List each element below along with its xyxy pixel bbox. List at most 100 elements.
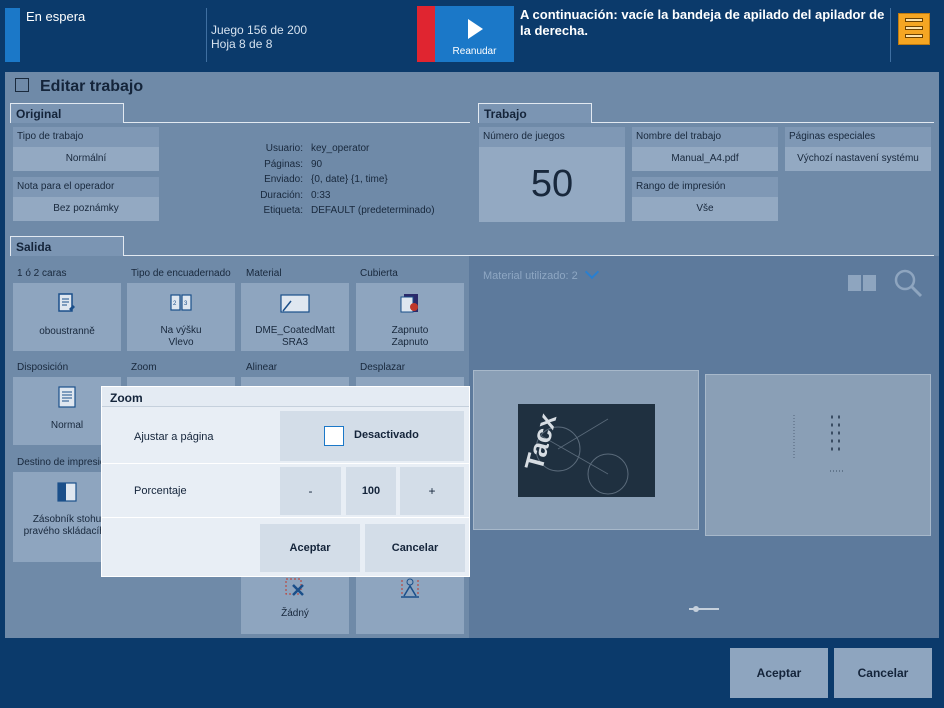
preview-page-front[interactable]: Tacx <box>473 370 699 530</box>
preview-page-back[interactable] <box>705 374 931 536</box>
job-name-value[interactable]: Manual_A4.pdf <box>632 147 778 171</box>
fit-to-page-toggle[interactable]: Desactivado <box>280 411 464 461</box>
cover-image: Tacx <box>518 404 655 497</box>
material-label: Material <box>246 268 282 279</box>
layout-label: Disposición <box>17 362 69 373</box>
divider <box>102 463 469 464</box>
operator-note-value[interactable]: Bez poznámky <box>13 197 159 221</box>
cover-art-icon: Tacx <box>519 410 629 495</box>
zoom-dialog: Zoom Ajustar a página Desactivado Porcen… <box>101 386 470 577</box>
divider <box>890 8 891 62</box>
divider <box>102 517 469 518</box>
finishing-value: Žádný <box>281 608 309 619</box>
info-value: key_operator <box>311 143 370 154</box>
tab-original[interactable]: Original <box>10 103 124 123</box>
fold-icon <box>401 578 419 598</box>
tab-trabajo[interactable]: Trabajo <box>478 103 592 123</box>
printer-status: En espera <box>26 9 86 24</box>
sheet-counter: Hoja 8 de 8 <box>211 37 273 51</box>
binding-icon: 23 <box>170 294 192 311</box>
svg-text:Tacx: Tacx <box>519 410 563 474</box>
tab-salida[interactable]: Salida <box>10 236 124 256</box>
page-slider-icon[interactable] <box>689 606 719 612</box>
cover-icon <box>400 294 418 313</box>
top-status-bar: En espera Juego 156 de 200 Hoja 8 de 8 R… <box>0 0 944 70</box>
book-view-icon[interactable] <box>847 274 877 292</box>
play-icon <box>468 19 483 39</box>
binding-label: Tipo de encuadernado <box>131 268 231 279</box>
info-value: 90 <box>311 158 323 170</box>
sides-value: oboustranně <box>39 326 95 337</box>
zoom-label: Zoom <box>131 362 157 373</box>
magnifier-icon[interactable] <box>893 268 923 298</box>
cover-tile[interactable]: Zapnuto Zapnuto <box>356 283 464 351</box>
duplex-icon <box>58 293 75 312</box>
job-type-value[interactable]: Normální <box>13 147 159 171</box>
sets-label: Número de juegos <box>479 127 625 147</box>
special-pages-value[interactable]: Výchozí nastavení systému <box>785 147 931 171</box>
destination-label: Destino de impresión <box>17 457 111 468</box>
shift-label: Desplazar <box>360 362 406 373</box>
sides-label: 1 ó 2 caras <box>17 268 67 279</box>
info-key: Etiqueta: <box>263 205 303 217</box>
print-range-label: Rango de impresión <box>632 177 778 197</box>
cancel-button[interactable]: Cancelar <box>834 648 932 698</box>
checkbox-icon <box>324 426 344 446</box>
output-tray-icon <box>57 482 77 502</box>
stacker-status-button[interactable] <box>898 13 930 45</box>
fit-to-page-label: Ajustar a página <box>134 431 214 443</box>
layout-icon <box>58 386 76 408</box>
zoom-dialog-title: Zoom <box>102 387 469 407</box>
info-key: Duración: <box>260 189 303 201</box>
alert-indicator <box>417 6 435 62</box>
material-tile[interactable]: DME_CoatedMatt SRA3 <box>241 283 349 351</box>
fit-to-page-value: Desactivado <box>354 429 419 441</box>
zoom-cancel-button[interactable]: Cancelar <box>365 524 465 572</box>
cover-label: Cubierta <box>360 268 398 279</box>
info-key: Usuario: <box>265 143 303 154</box>
accept-button[interactable]: Aceptar <box>730 648 828 698</box>
binding-tile[interactable]: 23 Na výšku Vlevo <box>127 283 235 351</box>
chevron-down-icon[interactable] <box>584 264 600 280</box>
job-info-keys: Usuario: Páginas: Enviado: Duración: Eti… <box>195 141 303 219</box>
material-used-label: Material utilizado: 2 <box>483 270 578 282</box>
zoom-percentage-input[interactable]: 100 <box>346 467 396 515</box>
align-label: Alinear <box>246 362 278 373</box>
status-indicator <box>5 8 20 62</box>
job-name-label: Nombre del trabajo <box>632 127 778 147</box>
zoom-decrease-button[interactable]: - <box>280 467 341 515</box>
page-title: Editar trabajo <box>40 78 144 95</box>
job-info-values: key_operator 90 {0, date} {1, time} 0:33… <box>311 141 471 219</box>
job-type-label: Tipo de trabajo <box>13 127 159 147</box>
special-pages-label: Páginas especiales <box>785 127 931 147</box>
percentage-label: Porcentaje <box>134 485 187 497</box>
resume-label: Reanudar <box>452 46 497 57</box>
operator-note-label: Nota para el operador <box>13 177 159 197</box>
binding-value: Na výšku Vlevo <box>160 325 202 348</box>
next-action-message: A continuación: vacíe la bandeja de apil… <box>520 7 885 38</box>
info-value: {0, date} {1, time} <box>311 174 388 186</box>
info-value: DEFAULT (predeterminado) <box>311 205 435 217</box>
print-range-value[interactable]: Vše <box>632 197 778 221</box>
info-value: 0:33 <box>311 189 331 201</box>
tab-underline <box>592 122 934 123</box>
zoom-increase-button[interactable]: + <box>400 467 464 515</box>
stacker-icon <box>905 34 923 38</box>
zoom-accept-button[interactable]: Aceptar <box>260 524 360 572</box>
material-value: DME_CoatedMatt SRA3 <box>255 325 335 348</box>
media-icon <box>280 294 310 313</box>
no-finishing-icon <box>285 578 304 596</box>
divider <box>206 8 207 62</box>
resume-button[interactable]: Reanudar <box>435 6 514 62</box>
document-preview: Material utilizado: 2 Tacx <box>469 256 939 638</box>
job-set-counter: Juego 156 de 200 <box>211 23 308 37</box>
sides-tile[interactable]: oboustranně <box>13 283 121 351</box>
edit-icon <box>15 78 29 92</box>
stacker-icon <box>905 18 923 22</box>
tab-underline <box>124 122 470 123</box>
stacker-icon <box>905 26 923 30</box>
info-key: Enviado: <box>264 174 303 186</box>
cover-value: Zapnuto Zapnuto <box>391 325 429 348</box>
info-key: Páginas: <box>264 158 303 170</box>
sets-value[interactable]: 50 <box>479 147 625 222</box>
